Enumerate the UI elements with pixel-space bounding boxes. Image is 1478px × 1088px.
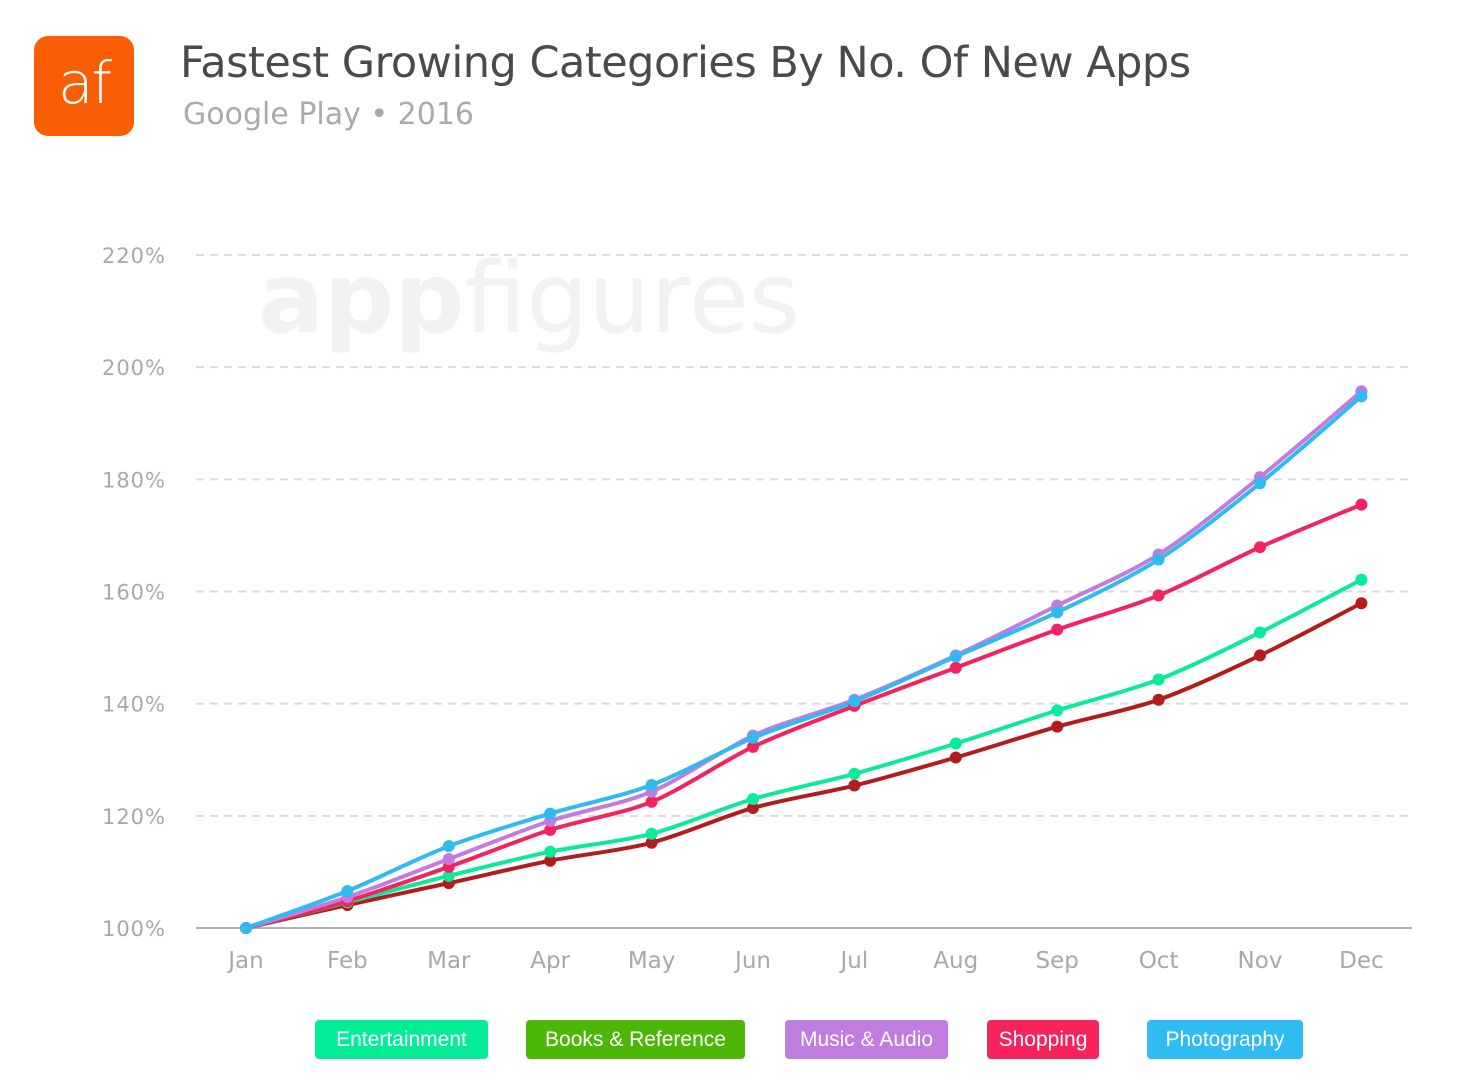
- x-tick-label: Aug: [933, 948, 978, 974]
- data-point-entertainment[interactable]: [1152, 673, 1165, 686]
- data-point-shopping[interactable]: [949, 661, 962, 674]
- y-tick-label: 160%: [102, 581, 166, 605]
- legend-label: Books & Reference: [545, 1027, 726, 1051]
- line-chart: appfigures 100%120%140%160%180%200%220% …: [102, 242, 1412, 974]
- data-point-entertainment[interactable]: [1254, 626, 1266, 639]
- legend: Entertainment Books & Reference Music & Au…: [0, 1020, 1478, 1060]
- x-tick-label: Mar: [427, 948, 471, 974]
- data-point-entertainment[interactable]: [1355, 573, 1368, 586]
- x-tick-label: Jun: [733, 948, 771, 974]
- x-tick-label: Nov: [1238, 948, 1283, 974]
- legend-item-music-audio[interactable]: Music & Audio: [785, 1020, 948, 1059]
- x-tick-label: Apr: [530, 948, 570, 974]
- data-point-entertainment[interactable]: [1051, 704, 1064, 717]
- data-point-photography[interactable]: [1051, 606, 1064, 619]
- data-point-entertainment[interactable]: [949, 737, 962, 750]
- legend-label: Photography: [1165, 1027, 1285, 1051]
- data-point-photography[interactable]: [1254, 477, 1266, 490]
- legend-label: Entertainment: [336, 1027, 467, 1051]
- watermark: appfigures: [258, 242, 800, 356]
- data-point-shopping[interactable]: [1051, 623, 1064, 636]
- data-point-photography[interactable]: [544, 807, 557, 820]
- data-point-shopping[interactable]: [1254, 541, 1266, 554]
- watermark-bold: app: [258, 242, 464, 356]
- watermark-light: figures: [464, 242, 800, 356]
- data-point-photography[interactable]: [1152, 553, 1165, 566]
- y-tick-label: 120%: [102, 805, 166, 829]
- data-point-books-reference[interactable]: [1051, 720, 1064, 733]
- data-point-photography[interactable]: [949, 650, 962, 663]
- data-point-music-audio[interactable]: [442, 853, 455, 866]
- data-point-books-reference[interactable]: [1254, 649, 1266, 662]
- y-tick-label: 180%: [102, 468, 166, 492]
- series-line-entertainment[interactable]: [245, 577, 1363, 930]
- legend-label: Music & Audio: [799, 1027, 934, 1051]
- svg-text:appfigures: appfigures: [258, 242, 800, 356]
- data-point-books-reference[interactable]: [1355, 597, 1368, 610]
- y-tick-label: 200%: [102, 356, 166, 380]
- legend-item-photography[interactable]: Photography: [1147, 1020, 1303, 1059]
- legend-item-books-reference[interactable]: Books & Reference: [526, 1020, 745, 1059]
- y-tick-label: 220%: [102, 244, 166, 268]
- x-tick-label: Dec: [1339, 948, 1384, 974]
- x-tick-label: Sep: [1036, 948, 1079, 974]
- data-point-entertainment[interactable]: [645, 827, 658, 840]
- data-point-photography[interactable]: [341, 884, 354, 897]
- x-tick-label: Jul: [839, 948, 869, 974]
- x-tick-label: Feb: [327, 948, 368, 974]
- legend-item-shopping[interactable]: Shopping: [987, 1020, 1099, 1059]
- data-point-photography[interactable]: [442, 840, 455, 853]
- data-point-entertainment[interactable]: [544, 845, 557, 858]
- series-line-music-audio[interactable]: [245, 389, 1363, 930]
- data-point-books-reference[interactable]: [949, 751, 962, 764]
- legend-label: Shopping: [998, 1027, 1088, 1051]
- data-point-photography[interactable]: [240, 922, 252, 934]
- data-point-shopping[interactable]: [1355, 498, 1368, 511]
- y-tick-label: 140%: [102, 693, 166, 717]
- data-point-photography[interactable]: [645, 778, 658, 791]
- x-tick-label: May: [628, 948, 676, 974]
- x-tick-label: Jan: [226, 948, 263, 974]
- data-point-entertainment[interactable]: [848, 767, 861, 780]
- data-point-photography[interactable]: [1355, 390, 1368, 403]
- data-point-books-reference[interactable]: [848, 779, 861, 792]
- data-point-shopping[interactable]: [1152, 589, 1165, 602]
- data-point-photography[interactable]: [747, 731, 759, 744]
- x-tick-label: Oct: [1139, 948, 1179, 974]
- legend-item-entertainment[interactable]: Entertainment: [315, 1020, 488, 1059]
- y-tick-label: 100%: [102, 917, 166, 941]
- data-point-photography[interactable]: [848, 695, 861, 708]
- data-point-entertainment[interactable]: [747, 793, 759, 806]
- data-point-books-reference[interactable]: [1152, 693, 1165, 706]
